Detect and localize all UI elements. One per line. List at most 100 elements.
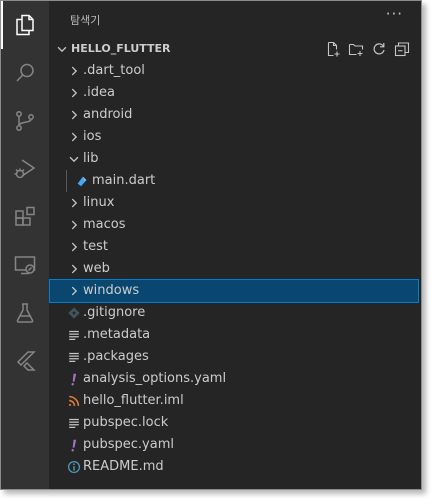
row-icon xyxy=(66,371,82,387)
tree-item-label: main.dart xyxy=(92,173,156,188)
text-file-icon xyxy=(69,330,79,341)
chevron-right-icon xyxy=(71,242,78,252)
explorer-sidebar: 탐색기 ··· HELLO_FLUTTER .dart_tool .idea and… xyxy=(49,1,421,489)
row-icon xyxy=(66,151,82,167)
tree-folder-row[interactable]: macos xyxy=(50,214,418,236)
tree-folder-row[interactable]: android xyxy=(50,104,418,126)
dart-file-icon xyxy=(77,176,87,187)
testing-activity-button[interactable] xyxy=(1,289,49,337)
row-icon xyxy=(74,173,90,189)
tree-file-row[interactable]: hello_flutter.iml xyxy=(50,390,418,412)
tree-folder-row[interactable]: linux xyxy=(50,192,418,214)
tree-item-label: .idea xyxy=(83,85,115,100)
chevron-down-icon xyxy=(69,156,79,163)
yaml-file-icon xyxy=(71,439,77,452)
tree-item-label: analysis_options.yaml xyxy=(83,371,227,386)
run-debug-activity-button[interactable] xyxy=(1,145,49,193)
tree-file-row[interactable]: main.dart xyxy=(50,170,418,192)
row-icon xyxy=(66,63,82,79)
tree-item-label: windows xyxy=(83,283,140,298)
tree-item-label: macos xyxy=(83,217,126,232)
tree-item-label: linux xyxy=(83,195,115,210)
search-icon xyxy=(16,63,34,82)
explorer-activity-button[interactable] xyxy=(1,1,49,49)
new-file-icon[interactable] xyxy=(325,41,341,57)
workspace-title: HELLO_FLUTTER xyxy=(71,42,171,55)
tree-file-row[interactable]: analysis_options.yaml xyxy=(50,368,418,390)
more-actions-button[interactable]: ··· xyxy=(386,5,403,23)
tree-item-label: hello_flutter.iml xyxy=(83,393,184,408)
chevron-right-icon xyxy=(71,88,78,98)
tree-item-label: web xyxy=(83,261,110,276)
explorer-header: 탐색기 ··· xyxy=(49,1,421,36)
remote-explorer-icon xyxy=(14,256,36,275)
source-control-icon xyxy=(16,111,34,131)
flask-icon xyxy=(16,303,34,323)
chevron-right-icon xyxy=(71,66,78,76)
text-file-icon xyxy=(69,418,79,429)
row-icon xyxy=(66,283,82,299)
extensions-icon xyxy=(15,206,35,226)
refresh-icon[interactable] xyxy=(371,41,387,57)
extensions-activity-button[interactable] xyxy=(1,193,49,241)
flutter-activity-button[interactable] xyxy=(1,337,49,385)
row-icon xyxy=(66,393,82,409)
tree-file-row[interactable]: README.md xyxy=(50,456,418,478)
row-icon xyxy=(66,305,82,321)
row-icon xyxy=(66,459,82,475)
tree-folder-row[interactable]: ios xyxy=(50,126,418,148)
flutter-icon xyxy=(16,351,36,371)
tree-file-row[interactable]: .gitignore xyxy=(50,302,418,324)
tree-folder-row[interactable]: .dart_tool xyxy=(50,60,418,82)
tree-item-label: pubspec.lock xyxy=(83,415,169,430)
chevron-right-icon xyxy=(71,198,78,208)
row-icon xyxy=(66,195,82,211)
source-control-activity-button[interactable] xyxy=(1,97,49,145)
row-icon xyxy=(66,261,82,277)
row-icon xyxy=(66,217,82,233)
run-debug-icon xyxy=(14,159,36,179)
row-icon xyxy=(66,349,82,365)
tree-file-row[interactable]: pubspec.lock xyxy=(50,412,418,434)
new-folder-icon[interactable] xyxy=(348,41,364,57)
chevron-right-icon xyxy=(71,220,78,230)
tree-folder-row[interactable]: test xyxy=(50,236,418,258)
row-icon xyxy=(66,239,82,255)
collapse-all-icon[interactable] xyxy=(394,41,410,57)
tree-folder-row[interactable]: lib xyxy=(50,148,418,170)
chevron-right-icon xyxy=(71,264,78,274)
tree-file-row[interactable]: pubspec.yaml xyxy=(50,434,418,456)
remote-explorer-activity-button[interactable] xyxy=(1,241,49,289)
git-file-icon xyxy=(68,307,80,319)
tree-item-label: .metadata xyxy=(83,327,151,342)
search-activity-button[interactable] xyxy=(1,49,49,97)
tree-item-label: .gitignore xyxy=(83,305,146,320)
tree-item-label: pubspec.yaml xyxy=(83,437,174,452)
row-icon xyxy=(66,327,82,343)
text-file-icon xyxy=(69,352,79,363)
tree-file-row[interactable]: .packages xyxy=(50,346,418,368)
files-icon xyxy=(16,14,34,36)
activity-bar xyxy=(1,1,49,489)
chevron-down-icon xyxy=(57,46,67,53)
tree-item-label: .dart_tool xyxy=(83,63,145,78)
tree-file-row[interactable]: .metadata xyxy=(50,324,418,346)
chevron-right-icon xyxy=(71,132,78,142)
vscode-window: 탐색기 ··· HELLO_FLUTTER .dart_tool .idea and… xyxy=(0,0,422,490)
tree-folder-row[interactable]: web xyxy=(50,258,418,280)
tree-item-label: ios xyxy=(83,129,102,144)
tree-item-label: android xyxy=(83,107,133,122)
chevron-right-icon xyxy=(71,110,78,120)
tree-folder-row[interactable]: windows xyxy=(49,279,419,303)
iml-file-icon xyxy=(69,395,80,406)
chevron-right-icon xyxy=(71,286,78,296)
indent-guide xyxy=(66,170,67,192)
yaml-file-icon xyxy=(71,373,77,386)
tree-folder-row[interactable]: .idea xyxy=(50,82,418,104)
tree-item-label: README.md xyxy=(83,459,164,474)
workspace-section-header[interactable]: HELLO_FLUTTER xyxy=(49,38,421,60)
info-file-icon xyxy=(67,460,81,474)
explorer-title: 탐색기 xyxy=(70,14,101,27)
tree-item-label: lib xyxy=(83,151,99,166)
row-icon xyxy=(66,415,82,431)
